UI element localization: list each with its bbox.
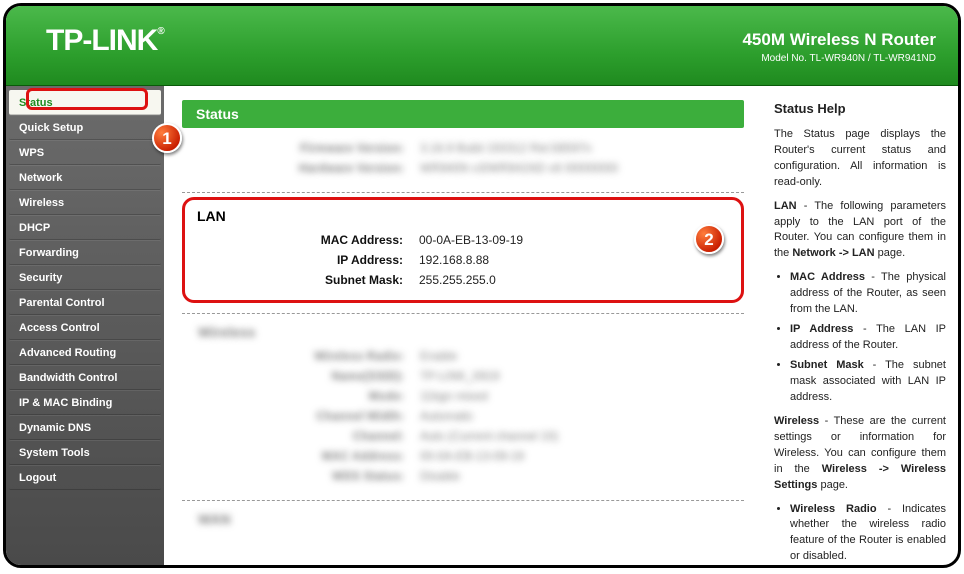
sidebar-item-ip-mac-binding[interactable]: IP & MAC Binding — [9, 390, 161, 415]
help-intro: The Status page displays the Router's cu… — [774, 127, 946, 191]
sidebar-item-bandwidth-control[interactable]: Bandwidth Control — [9, 365, 161, 390]
help-lan-term: LAN — [774, 200, 797, 212]
status-row: IP Address:192.168.8.88 — [191, 250, 735, 270]
header: TP-LINK® 450M Wireless N Router Model No… — [6, 6, 958, 86]
row-label: IP Address: — [191, 253, 411, 267]
trademark-icon: ® — [157, 26, 163, 37]
help-item: Subnet Mask - The subnet mask associated… — [790, 358, 946, 406]
version-block: Firmware Version:3.16.9 Build 150312 Rel… — [182, 128, 744, 193]
row-label: Mode: — [192, 389, 412, 403]
help-wireless-intro: Wireless - These are the current setting… — [774, 414, 946, 494]
help-lan-list: MAC Address - The physical address of th… — [790, 270, 946, 406]
row-value: 192.168.8.88 — [411, 253, 735, 267]
main-content: Status Firmware Version:3.16.9 Build 150… — [164, 86, 762, 565]
page-title: Status — [182, 100, 744, 128]
help-item: Wireless Radio - Indicates whether the w… — [790, 502, 946, 565]
lan-title: LAN — [191, 208, 735, 230]
status-row: MAC Address:00-0A-EB-13-09-19 — [191, 230, 735, 250]
wan-block: WAN — [182, 501, 744, 547]
sidebar-item-dynamic-dns[interactable]: Dynamic DNS — [9, 415, 161, 440]
status-row: Channel:Auto (Current channel 10) — [192, 426, 734, 446]
help-wireless-term: Wireless — [774, 415, 819, 427]
product-model: Model No. TL-WR940N / TL-WR941ND — [742, 53, 936, 64]
status-row: Mode:11bgn mixed — [192, 386, 734, 406]
help-lan-link: Network -> LAN — [792, 247, 874, 259]
callout-1: 1 — [152, 123, 182, 153]
lan-highlight-frame: LAN MAC Address:00-0A-EB-13-09-19IP Addr… — [182, 197, 744, 303]
row-label: MAC Address: — [192, 449, 412, 463]
status-row: Subnet Mask:255.255.255.0 — [191, 270, 735, 290]
help-term: Subnet Mask — [790, 359, 864, 371]
help-title: Status Help — [774, 100, 946, 119]
product-info: 450M Wireless N Router Model No. TL-WR94… — [742, 24, 936, 64]
row-value: Auto (Current channel 10) — [412, 429, 734, 443]
status-row: Firmware Version:3.16.9 Build 150312 Rel… — [192, 138, 734, 158]
wan-title: WAN — [192, 511, 734, 533]
brand-logo: TP-LINK® — [46, 24, 164, 58]
row-value: 00-0A-EB-13-09-19 — [411, 233, 735, 247]
sidebar-item-advanced-routing[interactable]: Advanced Routing — [9, 340, 161, 365]
status-row: Name(SSID):TP-LINK_0919 — [192, 366, 734, 386]
help-wireless-list: Wireless Radio - Indicates whether the w… — [790, 502, 946, 565]
row-label: Hardware Version: — [192, 161, 412, 175]
sidebar-item-access-control[interactable]: Access Control — [9, 315, 161, 340]
sidebar-item-security[interactable]: Security — [9, 265, 161, 290]
sidebar-item-parental-control[interactable]: Parental Control — [9, 290, 161, 315]
product-title: 450M Wireless N Router — [742, 30, 936, 50]
wireless-block: Wireless Wireless Radio:EnableName(SSID)… — [182, 314, 744, 501]
help-term: Wireless Radio — [790, 503, 877, 515]
row-value: 11bgn mixed — [412, 389, 734, 403]
help-lan-intro: LAN - The following parameters apply to … — [774, 199, 946, 263]
sidebar-item-wps[interactable]: WPS — [9, 140, 161, 165]
row-label: Channel Width: — [192, 409, 412, 423]
status-row: Channel Width:Automatic — [192, 406, 734, 426]
row-value: Enable — [412, 349, 734, 363]
row-value: Automatic — [412, 409, 734, 423]
row-value: Disable — [412, 469, 734, 483]
row-value: 3.16.9 Build 150312 Rel.58597n — [412, 141, 734, 155]
row-label: Wireless Radio: — [192, 349, 412, 363]
callout-2: 2 — [694, 224, 724, 254]
help-term: IP Address — [790, 323, 853, 335]
help-item: IP Address - The LAN IP address of the R… — [790, 322, 946, 354]
help-panel: Status Help The Status page displays the… — [762, 86, 958, 565]
brand-text: TP-LINK — [46, 24, 157, 57]
wireless-title: Wireless — [192, 324, 734, 346]
row-label: Name(SSID): — [192, 369, 412, 383]
sidebar-item-logout[interactable]: Logout — [9, 465, 161, 490]
row-value: 255.255.255.0 — [411, 273, 735, 287]
row-label: MAC Address: — [191, 233, 411, 247]
sidebar-item-system-tools[interactable]: System Tools — [9, 440, 161, 465]
row-label: Firmware Version: — [192, 141, 412, 155]
sidebar-item-network[interactable]: Network — [9, 165, 161, 190]
help-item: MAC Address - The physical address of th… — [790, 270, 946, 318]
row-label: Subnet Mask: — [191, 273, 411, 287]
status-row: Wireless Radio:Enable — [192, 346, 734, 366]
status-row: MAC Address:00-0A-EB-13-09-19 — [192, 446, 734, 466]
sidebar: StatusQuick SetupWPSNetworkWirelessDHCPF… — [6, 86, 164, 565]
sidebar-item-quick-setup[interactable]: Quick Setup — [9, 115, 161, 140]
row-value: TP-LINK_0919 — [412, 369, 734, 383]
status-row: WDS Status:Disable — [192, 466, 734, 486]
sidebar-item-dhcp[interactable]: DHCP — [9, 215, 161, 240]
status-row: Hardware Version:WR940N v3/WR941ND v6 00… — [192, 158, 734, 178]
row-label: Channel: — [192, 429, 412, 443]
row-value: 00-0A-EB-13-09-19 — [412, 449, 734, 463]
sidebar-item-wireless[interactable]: Wireless — [9, 190, 161, 215]
help-term: MAC Address — [790, 271, 865, 283]
sidebar-item-forwarding[interactable]: Forwarding — [9, 240, 161, 265]
row-value: WR940N v3/WR941ND v6 00000000 — [412, 161, 734, 175]
sidebar-item-status[interactable]: Status — [9, 90, 161, 115]
row-label: WDS Status: — [192, 469, 412, 483]
